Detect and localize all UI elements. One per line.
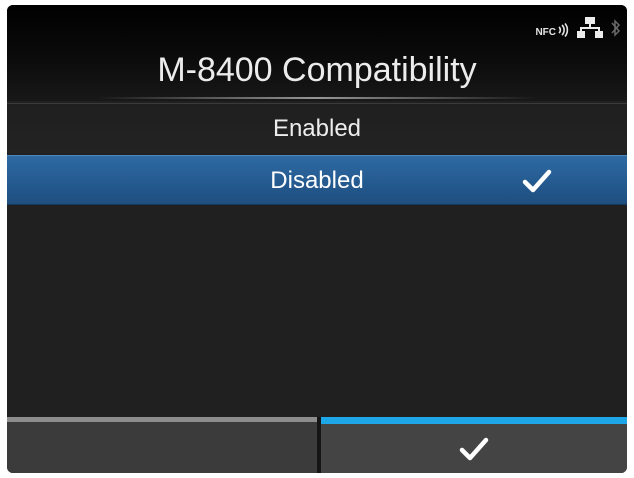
back-button[interactable] (7, 417, 317, 473)
status-icons: NFC (535, 15, 621, 45)
option-enabled[interactable]: Enabled (7, 103, 627, 153)
device-screen: NFC M-8400 Compatibility Enabled Disable… (7, 5, 627, 473)
header: NFC M-8400 Compatibility (7, 5, 627, 101)
option-list: Enabled Disabled (7, 103, 627, 205)
option-disabled[interactable]: Disabled (7, 155, 627, 205)
checkmark-icon (459, 437, 489, 461)
checkmark-icon (522, 169, 552, 193)
option-label: Disabled (270, 167, 364, 194)
bluetooth-icon (611, 17, 621, 44)
network-icon (577, 16, 603, 44)
option-label: Enabled (272, 115, 362, 142)
header-divider (97, 97, 537, 99)
nfc-icon: NFC (535, 23, 569, 38)
page-title: M-8400 Compatibility (157, 51, 477, 89)
confirm-button[interactable] (321, 417, 627, 473)
footer-bar (7, 417, 627, 473)
nfc-label: NFC (535, 27, 556, 38)
